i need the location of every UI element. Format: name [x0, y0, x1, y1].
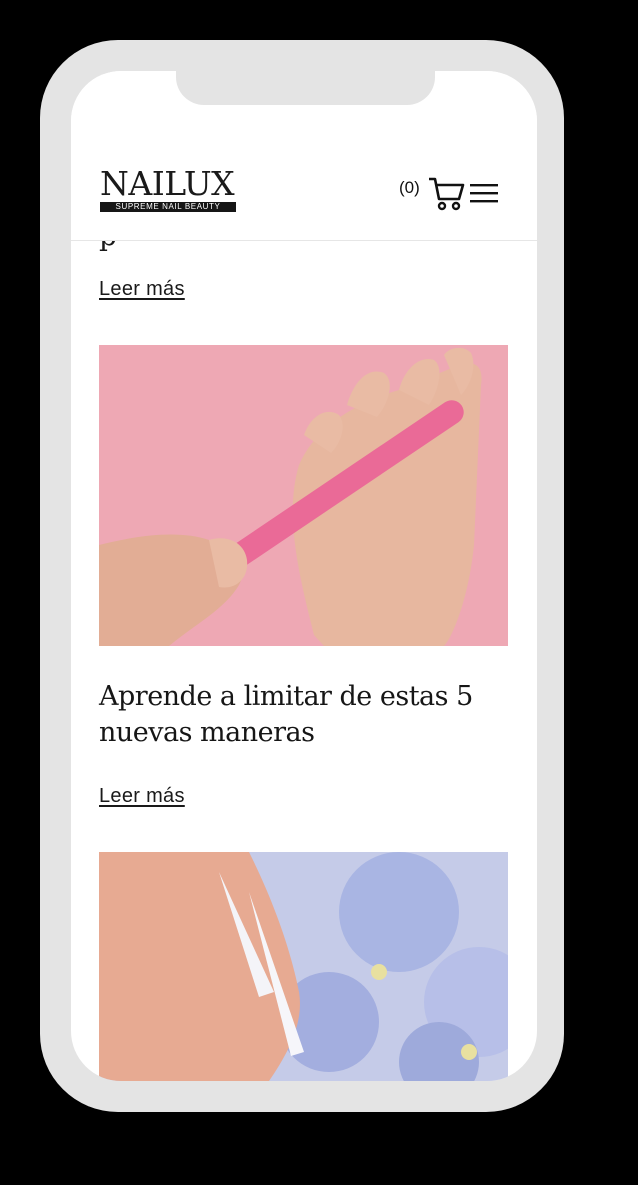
logo-tagline: SUPREME NAIL BEAUTY — [100, 202, 236, 212]
post-image-flower-nails[interactable] — [99, 852, 508, 1081]
phone-frame: p Leer más — [40, 40, 564, 1112]
menu-icon[interactable] — [470, 182, 500, 204]
phone-notch — [176, 71, 435, 105]
read-more-link[interactable]: Leer más — [99, 785, 185, 808]
post-image-nail-file[interactable] — [99, 345, 508, 646]
post-title[interactable]: Aprende a limitar de estas 5 nuevas mane… — [99, 679, 499, 751]
cart-count[interactable]: (0) — [399, 178, 420, 198]
screen: p Leer más — [71, 71, 537, 1081]
nailux-logo[interactable]: NAILUX SUPREME NAIL BEAUTY — [100, 167, 238, 212]
cart-icon[interactable] — [427, 175, 465, 211]
logo-wordmark: NAILUX — [100, 164, 235, 203]
read-more-link[interactable]: Leer más — [99, 278, 185, 301]
